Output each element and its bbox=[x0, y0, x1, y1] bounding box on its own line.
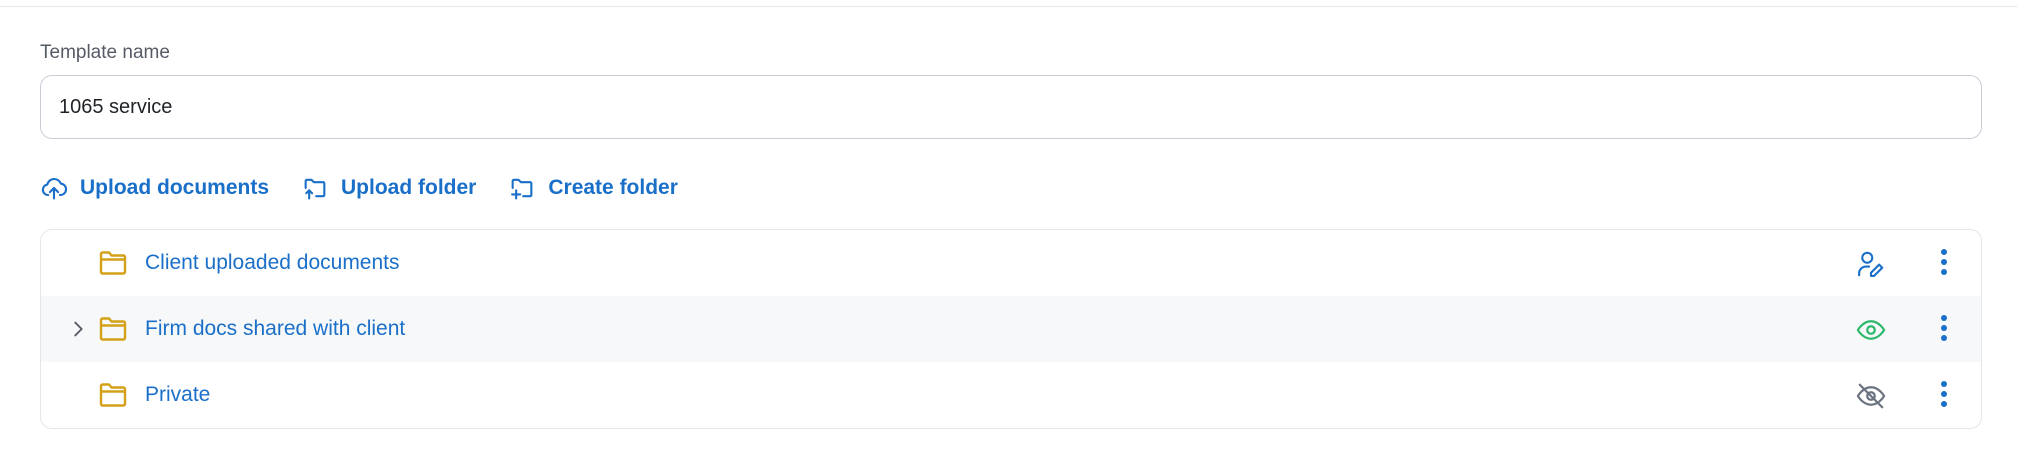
folder-name[interactable]: Private bbox=[145, 362, 210, 428]
cloud-upload-icon bbox=[41, 177, 68, 200]
folder-list: Client uploaded documents Firm docs shar… bbox=[40, 229, 1982, 429]
action-bar: Upload documents Upload folder Create fo… bbox=[40, 170, 710, 206]
chevron-right-icon[interactable] bbox=[67, 318, 89, 340]
create-folder-button[interactable]: Create folder bbox=[508, 174, 678, 202]
eye-off-icon[interactable] bbox=[1856, 381, 1886, 411]
eye-icon[interactable] bbox=[1856, 315, 1886, 345]
upload-folder-label: Upload folder bbox=[341, 176, 477, 199]
user-edit-icon[interactable] bbox=[1856, 249, 1886, 279]
kebab-menu-icon bbox=[1941, 249, 1947, 275]
top-divider bbox=[0, 6, 2017, 7]
folder-name[interactable]: Client uploaded documents bbox=[145, 230, 400, 296]
more-options-button[interactable] bbox=[1931, 376, 1957, 412]
folder-plus-icon bbox=[511, 178, 533, 200]
more-options-button[interactable] bbox=[1931, 244, 1957, 280]
folder-row[interactable]: Client uploaded documents bbox=[41, 230, 1981, 296]
upload-documents-label: Upload documents bbox=[80, 176, 270, 199]
upload-documents-button[interactable]: Upload documents bbox=[40, 174, 269, 202]
template-name-label: Template name bbox=[40, 42, 170, 63]
upload-folder-button[interactable]: Upload folder bbox=[301, 174, 476, 202]
folder-upload-icon bbox=[304, 178, 326, 200]
kebab-menu-icon bbox=[1941, 381, 1947, 407]
create-folder-label: Create folder bbox=[548, 176, 678, 199]
kebab-menu-icon bbox=[1941, 315, 1947, 341]
folder-icon bbox=[99, 317, 127, 341]
folder-icon bbox=[99, 383, 127, 407]
more-options-button[interactable] bbox=[1931, 310, 1957, 346]
folder-icon bbox=[99, 251, 127, 275]
folder-name[interactable]: Firm docs shared with client bbox=[145, 296, 405, 362]
folder-row[interactable]: Private bbox=[41, 362, 1981, 428]
folder-row[interactable]: Firm docs shared with client bbox=[41, 296, 1981, 362]
template-name-input[interactable] bbox=[40, 75, 1982, 139]
